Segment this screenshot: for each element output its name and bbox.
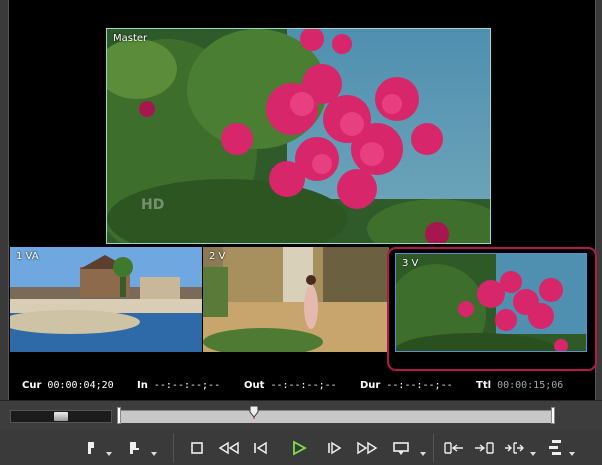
settings-dropdown-icon[interactable]	[569, 452, 575, 456]
set-out-dropdown-icon[interactable]	[151, 452, 157, 456]
toolbar-separator	[433, 434, 434, 462]
camera-1-image	[10, 247, 202, 352]
loop-icon[interactable]	[390, 436, 412, 460]
settings-icon[interactable]	[544, 436, 566, 460]
playhead-slider[interactable]	[249, 405, 259, 419]
replace-icon[interactable]	[502, 436, 526, 460]
set-out-icon[interactable]	[124, 436, 144, 460]
playback-toolbar	[0, 430, 602, 465]
selected-view-highlight	[387, 247, 597, 371]
scrub-area	[0, 400, 602, 430]
timeline-start-marker	[117, 407, 121, 424]
out-timecode: Out --:--:--;--	[244, 380, 337, 391]
timecode-bar: Cur 00:00:04;20 In --:--:--;-- Out --:--…	[16, 380, 588, 394]
master-image	[107, 29, 490, 243]
multicam-window: Master HD 1 VA 2 V 3 V Cur 00:00:04;20 I…	[0, 0, 602, 465]
step-back-icon[interactable]	[250, 436, 272, 460]
timeline-end-marker	[551, 407, 555, 424]
camera-2-label: 2 V	[209, 251, 226, 262]
set-in-dropdown-icon[interactable]	[106, 452, 112, 456]
camera-1-label: 1 VA	[16, 251, 39, 262]
overwrite-icon[interactable]	[472, 436, 496, 460]
in-timecode: In --:--:--;--	[137, 380, 221, 391]
loop-dropdown-icon[interactable]	[420, 452, 426, 456]
camera-view-2[interactable]: 2 V	[203, 247, 389, 352]
rewind-icon[interactable]	[216, 436, 242, 460]
camera-2-image	[203, 247, 389, 352]
insert-icon[interactable]	[442, 436, 466, 460]
stop-icon[interactable]	[186, 436, 208, 460]
set-in-icon[interactable]	[80, 436, 100, 460]
play-icon[interactable]	[288, 436, 310, 460]
duration-timecode: Dur --:--:--;--	[360, 380, 453, 391]
toolbar-separator	[173, 434, 174, 462]
step-forward-icon[interactable]	[323, 436, 345, 460]
master-label: Master	[113, 33, 148, 44]
replace-dropdown-icon[interactable]	[530, 452, 536, 456]
fast-forward-icon[interactable]	[354, 436, 380, 460]
total-timecode: Ttl 00:00:15;06	[476, 380, 564, 391]
camera-view-1[interactable]: 1 VA	[10, 247, 202, 352]
hd-watermark: HD	[141, 197, 165, 213]
timeline-bar[interactable]	[119, 410, 555, 423]
master-view[interactable]: Master HD	[106, 28, 491, 244]
current-timecode: Cur 00:00:04;20	[22, 380, 114, 391]
jog-knob[interactable]	[54, 412, 68, 421]
camera-3-label: 3 V	[402, 258, 419, 269]
jog-slider[interactable]	[10, 410, 112, 423]
